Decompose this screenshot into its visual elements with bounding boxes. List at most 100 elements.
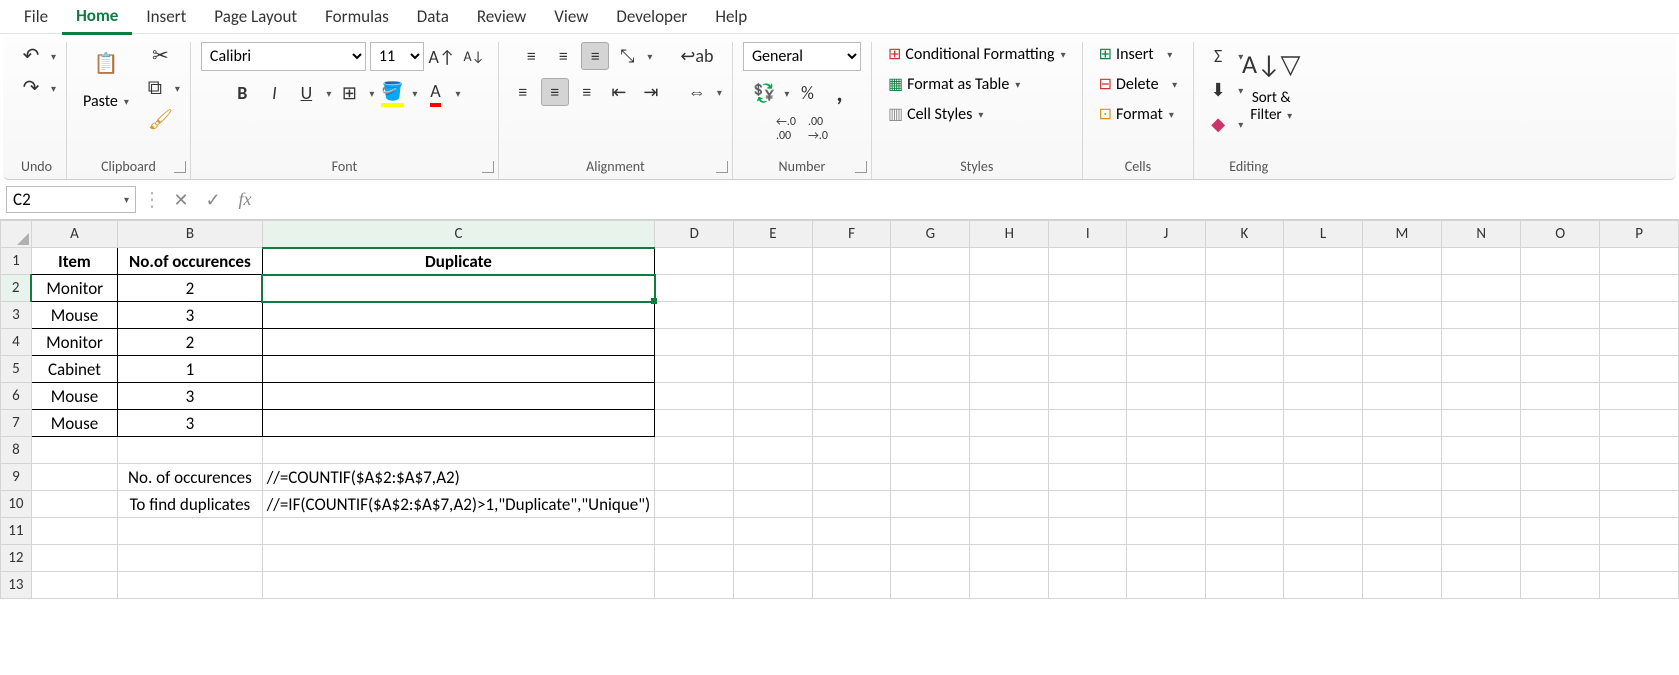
cell-L4[interactable] <box>1284 329 1362 356</box>
cell-C3[interactable] <box>262 302 655 329</box>
cell-L9[interactable] <box>1284 464 1362 491</box>
col-header-G[interactable]: G <box>891 221 970 248</box>
cell-B3[interactable]: 3 <box>118 302 263 329</box>
cell-F11[interactable] <box>812 518 891 545</box>
chevron-down-icon[interactable]: ▾ <box>51 50 56 63</box>
percent-button[interactable]: % <box>793 79 821 107</box>
font-name-select[interactable]: Calibri <box>201 42 366 71</box>
conditional-formatting-button[interactable]: ⊞ Conditional Formatting ▾ <box>882 42 1072 66</box>
menu-home[interactable]: Home <box>62 0 132 35</box>
cell-K7[interactable] <box>1205 410 1284 437</box>
col-header-C[interactable]: C <box>262 221 655 248</box>
cell-D6[interactable] <box>655 383 734 410</box>
dialog-launcher-icon[interactable] <box>174 161 186 173</box>
cell-A8[interactable] <box>31 437 117 464</box>
cell-H4[interactable] <box>970 329 1049 356</box>
cell-M2[interactable] <box>1362 275 1441 302</box>
cell-E2[interactable] <box>734 275 813 302</box>
formula-input[interactable] <box>264 185 1673 214</box>
cell-N11[interactable] <box>1442 518 1521 545</box>
cell-L10[interactable] <box>1284 491 1362 518</box>
enter-formula-button[interactable]: ✓ <box>200 187 226 213</box>
insert-function-button[interactable]: fx <box>232 187 258 213</box>
cell-K12[interactable] <box>1205 545 1284 572</box>
cell-P1[interactable] <box>1600 248 1679 275</box>
merge-center-button[interactable]: ⇔ <box>683 78 711 106</box>
cell-C11[interactable] <box>262 518 655 545</box>
increase-decimal-button[interactable]: ←.0.00 <box>772 115 800 143</box>
cell-G2[interactable] <box>891 275 970 302</box>
cell-I4[interactable] <box>1049 329 1127 356</box>
cell-F7[interactable] <box>812 410 891 437</box>
col-header-L[interactable]: L <box>1284 221 1362 248</box>
col-header-N[interactable]: N <box>1442 221 1521 248</box>
chevron-down-icon[interactable]: ▾ <box>326 87 331 100</box>
cell-A10[interactable] <box>31 491 117 518</box>
cell-J11[interactable] <box>1127 518 1205 545</box>
cell-A3[interactable]: Mouse <box>31 302 117 329</box>
cell-L13[interactable] <box>1284 572 1362 599</box>
cell-K2[interactable] <box>1205 275 1284 302</box>
row-header-4[interactable]: 4 <box>1 329 32 356</box>
cell-K9[interactable] <box>1205 464 1284 491</box>
comma-button[interactable]: , <box>825 79 853 107</box>
cell-M1[interactable] <box>1362 248 1441 275</box>
bold-button[interactable]: B <box>228 79 256 107</box>
cell-A1[interactable]: Item <box>31 248 117 275</box>
cell-H11[interactable] <box>970 518 1049 545</box>
cell-L11[interactable] <box>1284 518 1362 545</box>
cell-A4[interactable]: Monitor <box>31 329 117 356</box>
name-box[interactable]: ▾ <box>6 186 136 213</box>
cell-C10[interactable]: //=IF(COUNTIF($A$2:$A$7,A2)>1,"Duplicate… <box>262 491 655 518</box>
dialog-launcher-icon[interactable] <box>716 161 728 173</box>
menu-review[interactable]: Review <box>463 0 540 33</box>
cell-D4[interactable] <box>655 329 734 356</box>
cell-F8[interactable] <box>812 437 891 464</box>
cell-M8[interactable] <box>1362 437 1441 464</box>
cell-O8[interactable] <box>1521 437 1600 464</box>
format-cells-button[interactable]: ⊡ Format ▾ <box>1093 102 1180 126</box>
cell-M4[interactable] <box>1362 329 1441 356</box>
cell-B11[interactable] <box>118 518 263 545</box>
cell-M6[interactable] <box>1362 383 1441 410</box>
cell-G11[interactable] <box>891 518 970 545</box>
cell-I1[interactable] <box>1049 248 1127 275</box>
cell-H10[interactable] <box>970 491 1049 518</box>
increase-font-button[interactable]: A↑ <box>428 43 456 71</box>
cell-N1[interactable] <box>1442 248 1521 275</box>
row-header-7[interactable]: 7 <box>1 410 32 437</box>
row-header-2[interactable]: 2 <box>1 275 32 302</box>
wrap-text-button[interactable]: ↩ab <box>680 42 713 70</box>
increase-indent-button[interactable]: ⇥ <box>637 78 665 106</box>
row-header-10[interactable]: 10 <box>1 491 32 518</box>
menu-file[interactable]: File <box>10 0 62 33</box>
cell-C8[interactable] <box>262 437 655 464</box>
cell-D12[interactable] <box>655 545 734 572</box>
cancel-formula-button[interactable]: ✕ <box>168 187 194 213</box>
menu-formulas[interactable]: Formulas <box>311 0 403 33</box>
menu-view[interactable]: View <box>540 0 602 33</box>
cut-button[interactable]: ✂ <box>146 42 174 70</box>
cell-L8[interactable] <box>1284 437 1362 464</box>
col-header-D[interactable]: D <box>655 221 734 248</box>
cell-G13[interactable] <box>891 572 970 599</box>
cell-J10[interactable] <box>1127 491 1205 518</box>
cell-E3[interactable] <box>734 302 813 329</box>
cell-G6[interactable] <box>891 383 970 410</box>
cell-A2[interactable]: Monitor <box>31 275 117 302</box>
cell-C12[interactable] <box>262 545 655 572</box>
redo-button[interactable]: ↷ <box>17 74 45 102</box>
cell-F2[interactable] <box>812 275 891 302</box>
align-right-button[interactable]: ≡ <box>573 78 601 106</box>
cell-I3[interactable] <box>1049 302 1127 329</box>
cell-I12[interactable] <box>1049 545 1127 572</box>
row-header-1[interactable]: 1 <box>1 248 32 275</box>
cell-O6[interactable] <box>1521 383 1600 410</box>
cell-L2[interactable] <box>1284 275 1362 302</box>
cell-E7[interactable] <box>734 410 813 437</box>
cell-M7[interactable] <box>1362 410 1441 437</box>
chevron-down-icon[interactable]: ▾ <box>1238 84 1243 97</box>
row-header-9[interactable]: 9 <box>1 464 32 491</box>
cell-K6[interactable] <box>1205 383 1284 410</box>
cell-J9[interactable] <box>1127 464 1205 491</box>
